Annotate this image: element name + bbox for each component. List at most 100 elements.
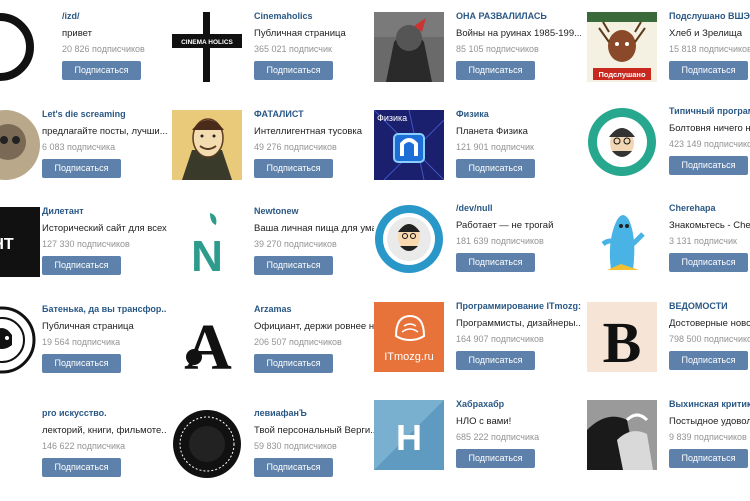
community-avatar[interactable]: ТАНТ xyxy=(0,207,40,277)
svg-text:A: A xyxy=(184,311,232,375)
subscriber-count: 127 330 подписчиков xyxy=(42,239,130,249)
community-card: A Arzamas Официант, держи ровнее н... 20… xyxy=(172,304,379,397)
community-description: Работает — не трогай xyxy=(456,220,554,231)
subscribe-button[interactable]: Подписаться xyxy=(669,449,748,468)
subscriber-count: 49 276 подписчиков xyxy=(254,142,337,152)
community-description: Программисты, дизайнеры... xyxy=(456,318,581,329)
community-name[interactable]: Cinemaholics xyxy=(254,10,379,22)
community-card: B ВЕДОМОСТИ Достоверные новости 798 500 … xyxy=(587,300,750,394)
svg-text:ITmozg.ru: ITmozg.ru xyxy=(384,351,434,363)
community-avatar[interactable] xyxy=(0,409,40,479)
community-name[interactable]: pro искусство. xyxy=(42,407,167,419)
subscribe-button[interactable]: Подписаться xyxy=(254,256,333,275)
community-name[interactable]: ВЕДОМОСТИ xyxy=(669,300,750,312)
subscribe-button[interactable]: Подписаться xyxy=(456,253,535,272)
community-avatar[interactable]: A xyxy=(172,305,242,375)
subscribe-button[interactable]: Подписаться xyxy=(669,351,748,370)
community-name[interactable]: Newtonew xyxy=(254,205,379,217)
subscribe-button[interactable]: Подписаться xyxy=(42,159,121,178)
community-avatar[interactable] xyxy=(374,204,444,274)
community-card: ФАТАЛИСТ Интеллигентная тусовка 49 276 п… xyxy=(172,109,372,202)
community-name[interactable]: Батенька, да вы трансфор... xyxy=(42,303,167,315)
community-card: H Хабрахабр НЛО с вами! 685 222 подписчи… xyxy=(374,399,574,492)
subscribe-button[interactable]: Подписаться xyxy=(456,159,535,178)
community-avatar[interactable]: H xyxy=(374,400,444,470)
community-name[interactable]: Подслушано ВШЭ xyxy=(669,10,750,22)
subscriber-count: 798 500 подписчиков xyxy=(669,334,750,344)
subscriber-count: 59 830 подписчиков xyxy=(254,441,337,451)
community-name[interactable]: ОНА РАЗВАЛИЛАСЬ xyxy=(456,10,581,22)
community-name[interactable]: ФАТАЛИСТ xyxy=(254,108,379,120)
community-name[interactable]: Дилетант xyxy=(42,205,167,217)
community-description: Хлеб и Зрелища xyxy=(669,28,743,39)
community-description: Официант, держи ровнее н... xyxy=(254,321,379,332)
subscribe-button[interactable]: Подписаться xyxy=(669,61,748,80)
community-description: Постыдное удовольствие xyxy=(669,416,750,427)
community-card: Типичный программист Болтовня ничего не … xyxy=(587,105,750,199)
community-name[interactable]: Хабрахабр xyxy=(456,398,581,410)
community-avatar[interactable] xyxy=(374,12,444,82)
community-avatar[interactable] xyxy=(587,204,657,274)
subscriber-count: 19 564 подписчика xyxy=(42,337,121,347)
community-card: ТАНТ Дилетант Исторический сайт для всех… xyxy=(0,206,167,299)
subscriber-count: 3 131 подписчик xyxy=(669,236,737,246)
community-avatar[interactable] xyxy=(0,12,50,82)
subscriber-count: 164 907 подписчиков xyxy=(456,334,544,344)
community-name[interactable]: Let's die screaming xyxy=(42,108,167,120)
community-name[interactable]: Cherehapa xyxy=(669,202,750,214)
community-name[interactable]: Программирование ITmozg: xyxy=(456,300,581,312)
community-description: Достоверные новости xyxy=(669,318,750,329)
subscribe-button[interactable]: Подписаться xyxy=(42,458,121,477)
subscriber-count: 206 507 подписчиков xyxy=(254,337,342,347)
subscribe-button[interactable]: Подписаться xyxy=(456,449,535,468)
subscriber-count: 423 149 подписчиков xyxy=(669,139,750,149)
community-card: pro искусство. лекторий, книги, фильмоте… xyxy=(0,408,167,501)
subscribe-button[interactable]: Подписаться xyxy=(254,354,333,373)
svg-text:Подслушано: Подслушано xyxy=(598,70,645,79)
community-description: Интеллигентная тусовка xyxy=(254,126,363,137)
community-card: Батенька, да вы трансфор... Публичная ст… xyxy=(0,304,167,397)
svg-text:B: B xyxy=(603,310,642,372)
community-name[interactable]: Типичный программист xyxy=(669,105,750,117)
community-name[interactable]: левиафанЪ xyxy=(254,407,379,419)
community-card: N Newtonew Ваша личная пища для ума 39 2… xyxy=(172,206,377,299)
subscribe-button[interactable]: Подписаться xyxy=(42,256,121,275)
community-avatar[interactable] xyxy=(587,400,657,470)
community-avatar[interactable]: B xyxy=(587,302,657,372)
subscribe-button[interactable]: Подписаться xyxy=(669,156,748,175)
community-description: привет xyxy=(62,28,92,39)
community-card: Выхинская критика Постыдное удовольствие… xyxy=(587,398,750,492)
subscribe-button[interactable]: Подписаться xyxy=(254,458,333,477)
community-card: ITmozg.ru Программирование ITmozg: Прогр… xyxy=(374,301,581,394)
subscribe-button[interactable]: Подписаться xyxy=(456,351,535,370)
community-avatar[interactable]: Физика xyxy=(374,110,444,180)
community-avatar[interactable]: ITmozg.ru xyxy=(374,302,444,372)
community-name[interactable]: /dev/null xyxy=(456,202,581,214)
community-avatar[interactable] xyxy=(172,409,242,479)
community-name[interactable]: Физика xyxy=(456,108,581,120)
community-name[interactable]: Выхинская критика xyxy=(669,398,750,410)
community-description: Твой персональный Верги... xyxy=(254,425,379,436)
community-name[interactable]: Arzamas xyxy=(254,303,379,315)
community-avatar[interactable]: N xyxy=(172,207,242,277)
community-description: Войны на руинах 1985-199... xyxy=(456,28,581,39)
subscribe-button[interactable]: Подписаться xyxy=(42,354,121,373)
community-avatar[interactable]: CINEMA HOLICS xyxy=(172,12,242,82)
subscribe-button[interactable]: Подписаться xyxy=(669,253,748,272)
community-avatar[interactable] xyxy=(0,110,40,180)
subscribe-button[interactable]: Подписаться xyxy=(254,61,333,80)
community-description: Ваша личная пища для ума xyxy=(254,223,377,234)
subscribe-button[interactable]: Подписаться xyxy=(62,61,141,80)
community-card: CINEMA HOLICS Cinemaholics Публичная стр… xyxy=(172,11,372,104)
community-avatar[interactable] xyxy=(587,107,657,177)
subscriber-count: 685 222 подписчика xyxy=(456,432,540,442)
community-avatar[interactable]: Подслушано xyxy=(587,12,657,82)
community-avatar[interactable] xyxy=(0,305,40,375)
subscriber-count: 146 622 подписчика xyxy=(42,441,126,451)
community-description: лекторий, книги, фильмоте... xyxy=(42,425,167,436)
subscribe-button[interactable]: Подписаться xyxy=(456,61,535,80)
community-description: Болтовня ничего не xyxy=(669,123,750,134)
community-avatar[interactable] xyxy=(172,110,242,180)
community-name[interactable]: /izd/ xyxy=(62,10,187,22)
subscribe-button[interactable]: Подписаться xyxy=(254,159,333,178)
